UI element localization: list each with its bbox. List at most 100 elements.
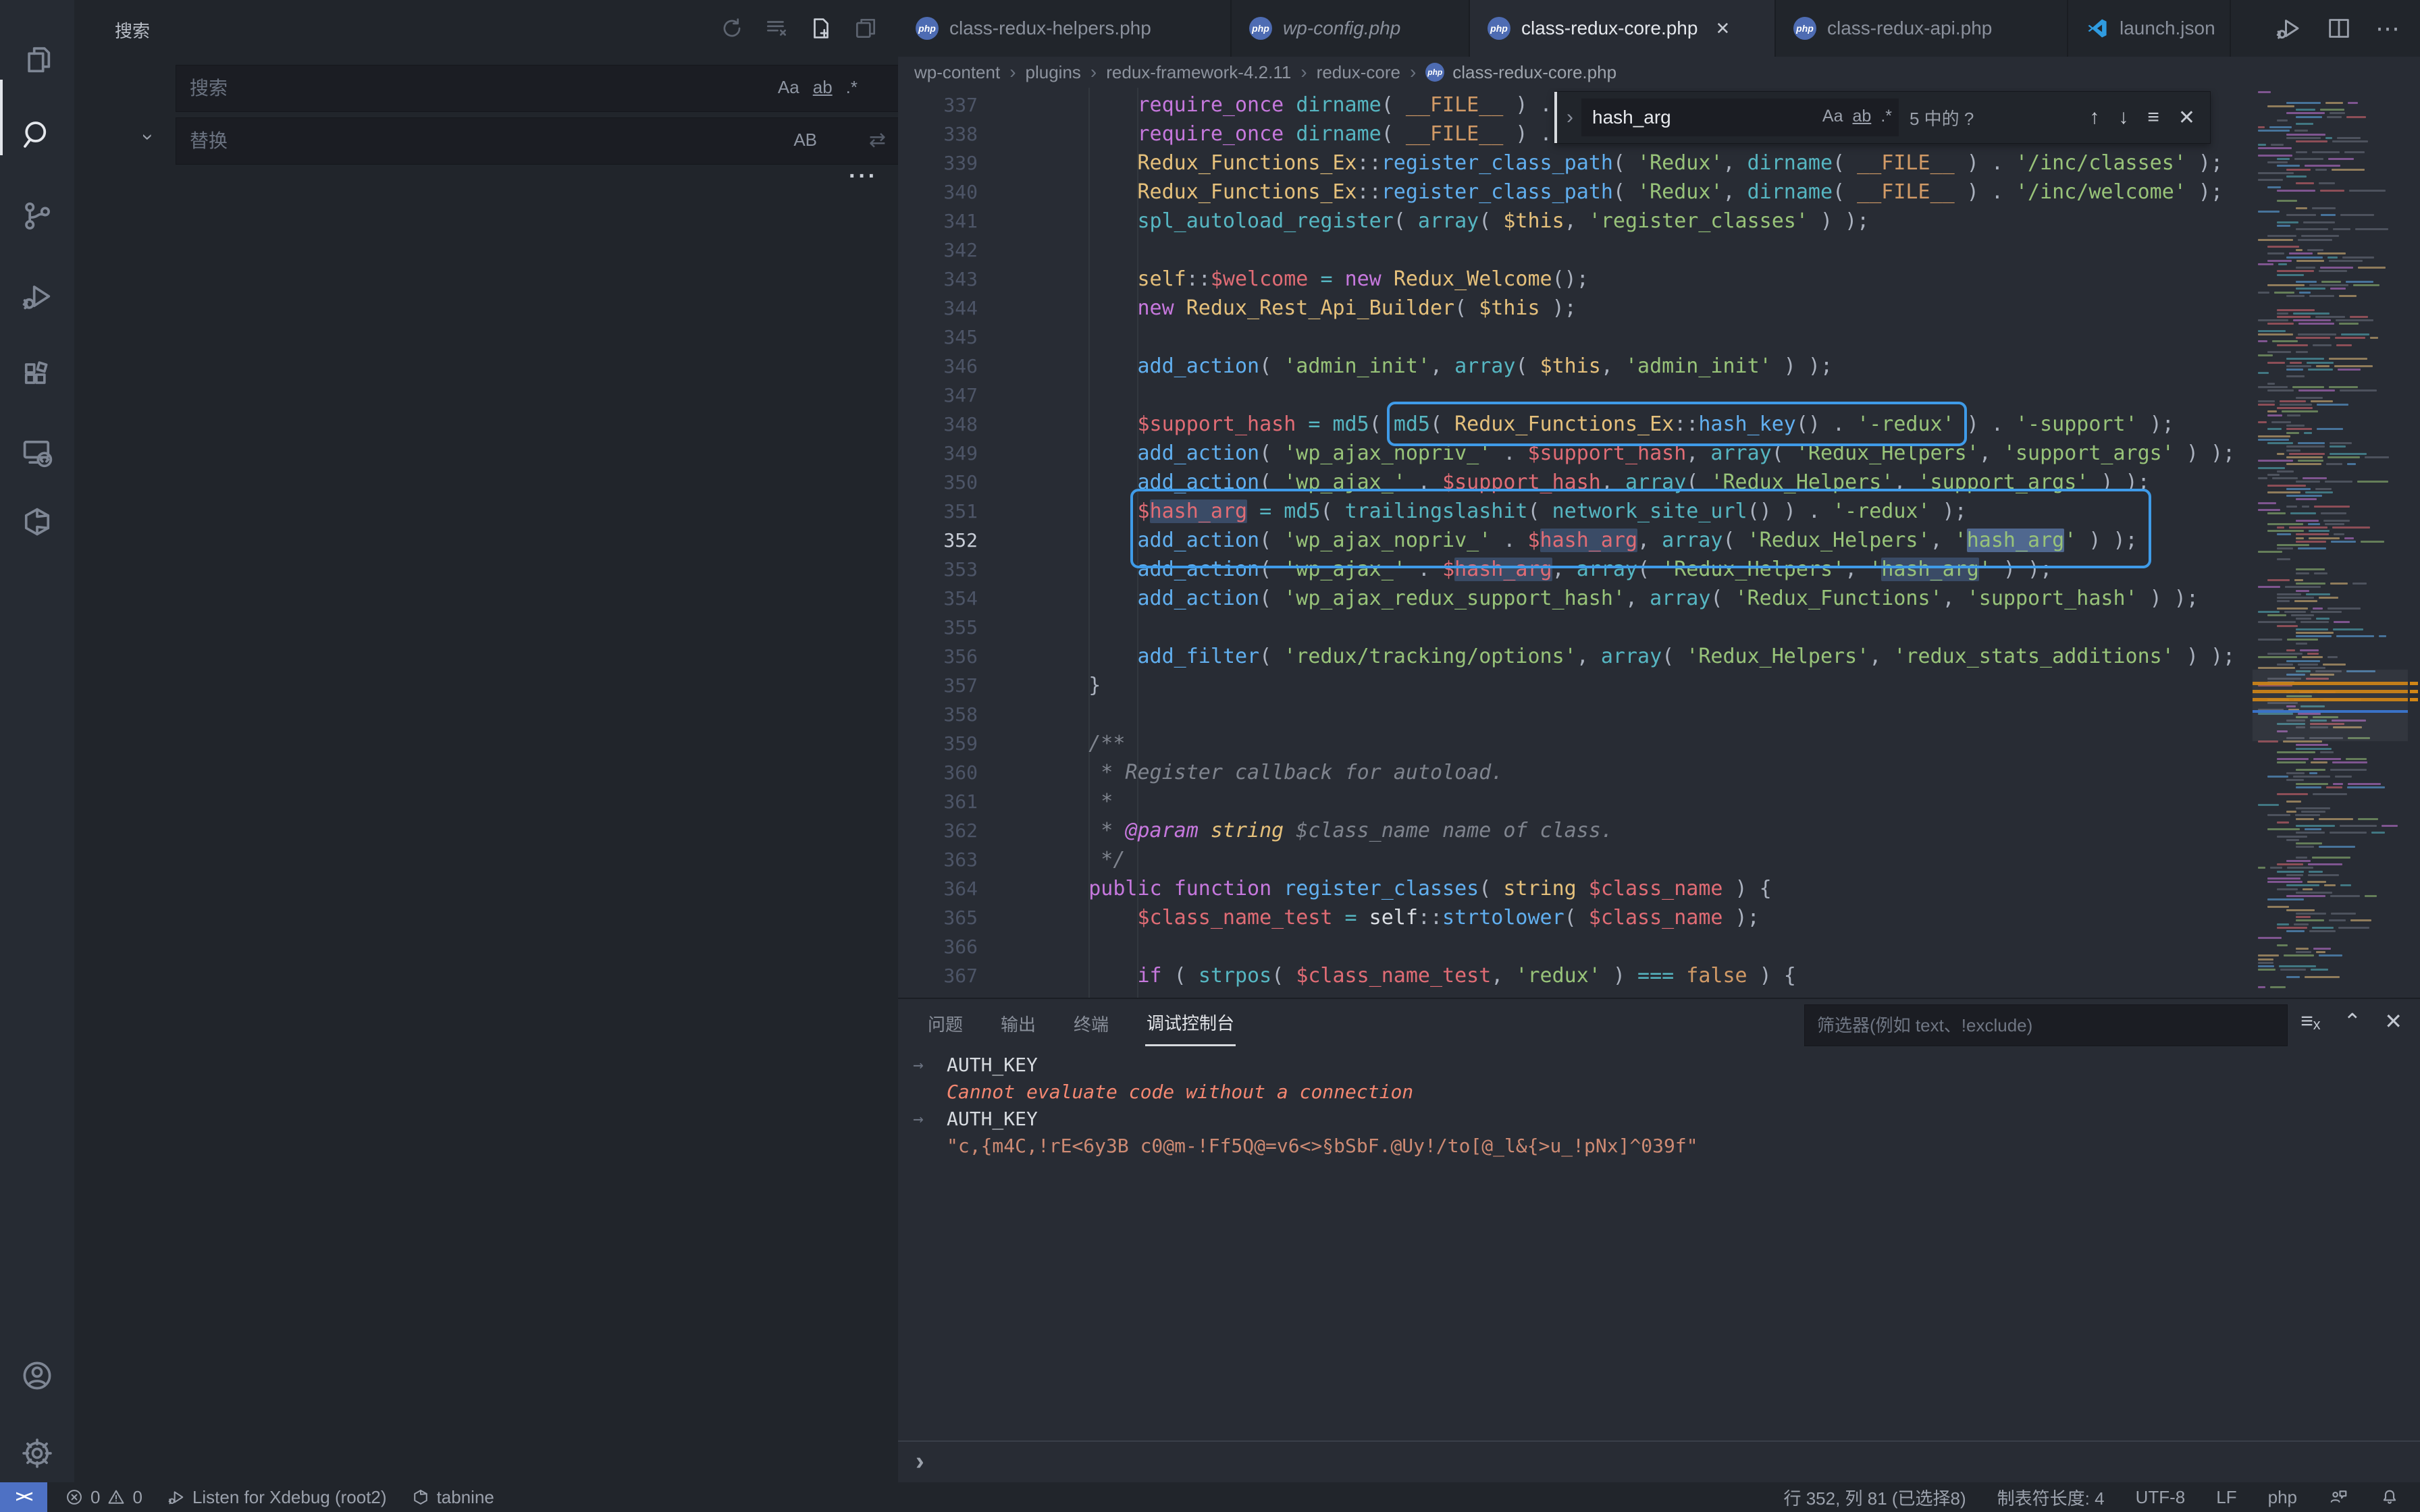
- code-line[interactable]: 345: [898, 323, 2420, 352]
- more-actions-icon[interactable]: ⋯: [2375, 14, 2400, 43]
- previous-match-icon[interactable]: ↑: [2089, 106, 2099, 130]
- code-line[interactable]: 348 $support_hash = md5( md5( Redux_Func…: [898, 410, 2420, 439]
- find-toggle-replace-icon[interactable]: ›: [1567, 106, 1573, 129]
- search-option-word[interactable]: ab: [813, 77, 833, 98]
- clear-results-icon[interactable]: [762, 14, 791, 43]
- code-line[interactable]: 366: [898, 932, 2420, 961]
- minimap-line: [2277, 270, 2314, 272]
- find-option-regex[interactable]: .*: [1880, 107, 1892, 126]
- code-line[interactable]: 354 add_action( 'wp_ajax_redux_support_h…: [898, 584, 2420, 613]
- settings-icon[interactable]: [0, 1415, 74, 1491]
- extensions-icon[interactable]: [0, 336, 74, 412]
- next-match-icon[interactable]: ↓: [2118, 106, 2128, 130]
- maximize-panel-icon[interactable]: ⌃: [2343, 1008, 2361, 1034]
- search-icon[interactable]: [0, 97, 74, 173]
- new-search-editor-icon[interactable]: [806, 14, 836, 43]
- breadcrumb-item[interactable]: redux-core: [1317, 62, 1400, 83]
- code-line[interactable]: 350 add_action( 'wp_ajax_' . $support_ha…: [898, 468, 2420, 497]
- code-line[interactable]: 355: [898, 613, 2420, 642]
- code-line[interactable]: 360 * Register callback for autoload.: [898, 758, 2420, 787]
- console-filter-input[interactable]: [1804, 1004, 2288, 1046]
- code-line[interactable]: 356 add_filter( 'redux/tracking/options'…: [898, 642, 2420, 671]
- code-line[interactable]: 347: [898, 381, 2420, 410]
- code-line[interactable]: 364 public function register_classes( st…: [898, 874, 2420, 903]
- panel-tab[interactable]: 调试控制台: [1145, 1000, 1236, 1046]
- status-eol[interactable]: LF: [2216, 1487, 2236, 1508]
- editor-tab[interactable]: phpclass-redux-api.php: [1776, 0, 2068, 57]
- run-debug-icon[interactable]: [0, 259, 74, 334]
- search-option-case[interactable]: Aa: [778, 77, 799, 98]
- code-line[interactable]: 344 new Redux_Rest_Api_Builder( $this );: [898, 294, 2420, 323]
- close-find-icon[interactable]: ✕: [2178, 106, 2195, 130]
- code-line[interactable]: 363 */: [898, 845, 2420, 874]
- status-indentation[interactable]: 制表符长度: 4: [1997, 1485, 2105, 1510]
- editor-tab[interactable]: phpclass-redux-helpers.php: [898, 0, 1232, 57]
- code-line[interactable]: 341 spl_autoload_register( array( $this,…: [898, 207, 2420, 236]
- panel-tab[interactable]: 问题: [926, 1002, 964, 1046]
- source-control-icon[interactable]: [0, 178, 74, 254]
- account-icon[interactable]: [0, 1338, 74, 1413]
- breadcrumb-item[interactable]: plugins: [1026, 62, 1081, 83]
- code-line[interactable]: 365 $class_name_test = self::strtolower(…: [898, 903, 2420, 932]
- remote-explorer-icon[interactable]: [0, 415, 74, 491]
- find-widget-sash[interactable]: [1554, 92, 1557, 143]
- overview-ruler[interactable]: [2408, 88, 2420, 998]
- console-expression: AUTH_KEY: [947, 1052, 1038, 1079]
- code-line[interactable]: 349 add_action( 'wp_ajax_nopriv_' . $sup…: [898, 439, 2420, 468]
- refresh-icon[interactable]: [717, 14, 747, 43]
- token: ===: [1637, 964, 1674, 988]
- status-problems[interactable]: 00: [65, 1487, 142, 1508]
- find-option-case[interactable]: Aa: [1822, 107, 1843, 126]
- run-or-debug-icon[interactable]: [2274, 14, 2303, 43]
- code-line[interactable]: 362 * @param string $class_name name of …: [898, 816, 2420, 845]
- replace-option-preserve-case[interactable]: AB: [793, 130, 817, 151]
- status-notifications[interactable]: [2379, 1487, 2400, 1507]
- status-language-mode[interactable]: php: [2268, 1487, 2297, 1508]
- toggle-replace-chevron-icon[interactable]: ›: [136, 134, 159, 140]
- search-details-button[interactable]: ···: [849, 163, 878, 190]
- replace-all-icon[interactable]: ⇄: [869, 128, 886, 152]
- token: string: [1211, 819, 1284, 842]
- status-debug-launch[interactable]: Listen for Xdebug (root2): [167, 1487, 387, 1508]
- code-line[interactable]: 343 self::$welcome = new Redux_Welcome()…: [898, 265, 2420, 294]
- editor-tab[interactable]: phpclass-redux-core.php✕: [1470, 0, 1776, 57]
- open-in-editor-icon[interactable]: [851, 14, 880, 43]
- code-line[interactable]: 339 Redux_Functions_Ex::register_class_p…: [898, 148, 2420, 178]
- status-tabnine[interactable]: tabnine: [411, 1487, 494, 1508]
- search-option-regex[interactable]: .*: [846, 77, 858, 98]
- code-line[interactable]: 357 }: [898, 671, 2420, 700]
- console-prompt-icon[interactable]: ›: [916, 1447, 924, 1476]
- code-line[interactable]: 358: [898, 700, 2420, 729]
- code-line[interactable]: 346 add_action( 'admin_init', array( $th…: [898, 352, 2420, 381]
- close-tab-icon[interactable]: ✕: [1715, 18, 1730, 39]
- minimap-slider[interactable]: [2253, 670, 2408, 741]
- status-feedback[interactable]: [2328, 1487, 2348, 1507]
- code-editor[interactable]: 337 require_once dirname( __FILE__ ) .33…: [898, 88, 2420, 998]
- editor-tab[interactable]: launch.json: [2068, 0, 2231, 57]
- status-cursor-position[interactable]: 行 352, 列 81 (已选择8): [1783, 1485, 1966, 1510]
- code-line[interactable]: 352 add_action( 'wp_ajax_nopriv_' . $has…: [898, 526, 2420, 555]
- code-line[interactable]: 351 $hash_arg = md5( trailingslashit( ne…: [898, 497, 2420, 526]
- code-line[interactable]: 367 if ( strpos( $class_name_test, 'redu…: [898, 961, 2420, 990]
- find-in-selection-icon[interactable]: ≡: [2147, 106, 2159, 130]
- code-line[interactable]: 342: [898, 236, 2420, 265]
- find-option-word[interactable]: ab: [1853, 107, 1872, 126]
- remote-indicator[interactable]: ><: [0, 1482, 47, 1512]
- breadcrumb-item[interactable]: redux-framework-4.2.11: [1106, 62, 1291, 83]
- status-encoding[interactable]: UTF-8: [2136, 1487, 2186, 1508]
- panel-tab[interactable]: 终端: [1072, 1002, 1110, 1046]
- close-panel-icon[interactable]: ✕: [2384, 1008, 2402, 1034]
- explorer-icon[interactable]: [0, 22, 74, 97]
- code-line[interactable]: 340 Redux_Functions_Ex::register_class_p…: [898, 178, 2420, 207]
- panel-tab[interactable]: 输出: [999, 1002, 1037, 1046]
- minimap[interactable]: [2253, 88, 2408, 998]
- split-editor-icon[interactable]: [2325, 15, 2352, 42]
- breadcrumb-item[interactable]: wp-content: [914, 62, 1000, 83]
- code-line[interactable]: 359 /**: [898, 729, 2420, 758]
- breadcrumb-file[interactable]: phpclass-redux-core.php: [1425, 62, 1616, 83]
- clear-console-icon[interactable]: ≡ₓ: [2300, 1008, 2320, 1034]
- tabnine-icon[interactable]: [0, 484, 74, 560]
- code-line[interactable]: 353 add_action( 'wp_ajax_' . $hash_arg, …: [898, 555, 2420, 584]
- editor-tab[interactable]: phpwp-config.php: [1232, 0, 1470, 57]
- code-line[interactable]: 361 *: [898, 787, 2420, 816]
